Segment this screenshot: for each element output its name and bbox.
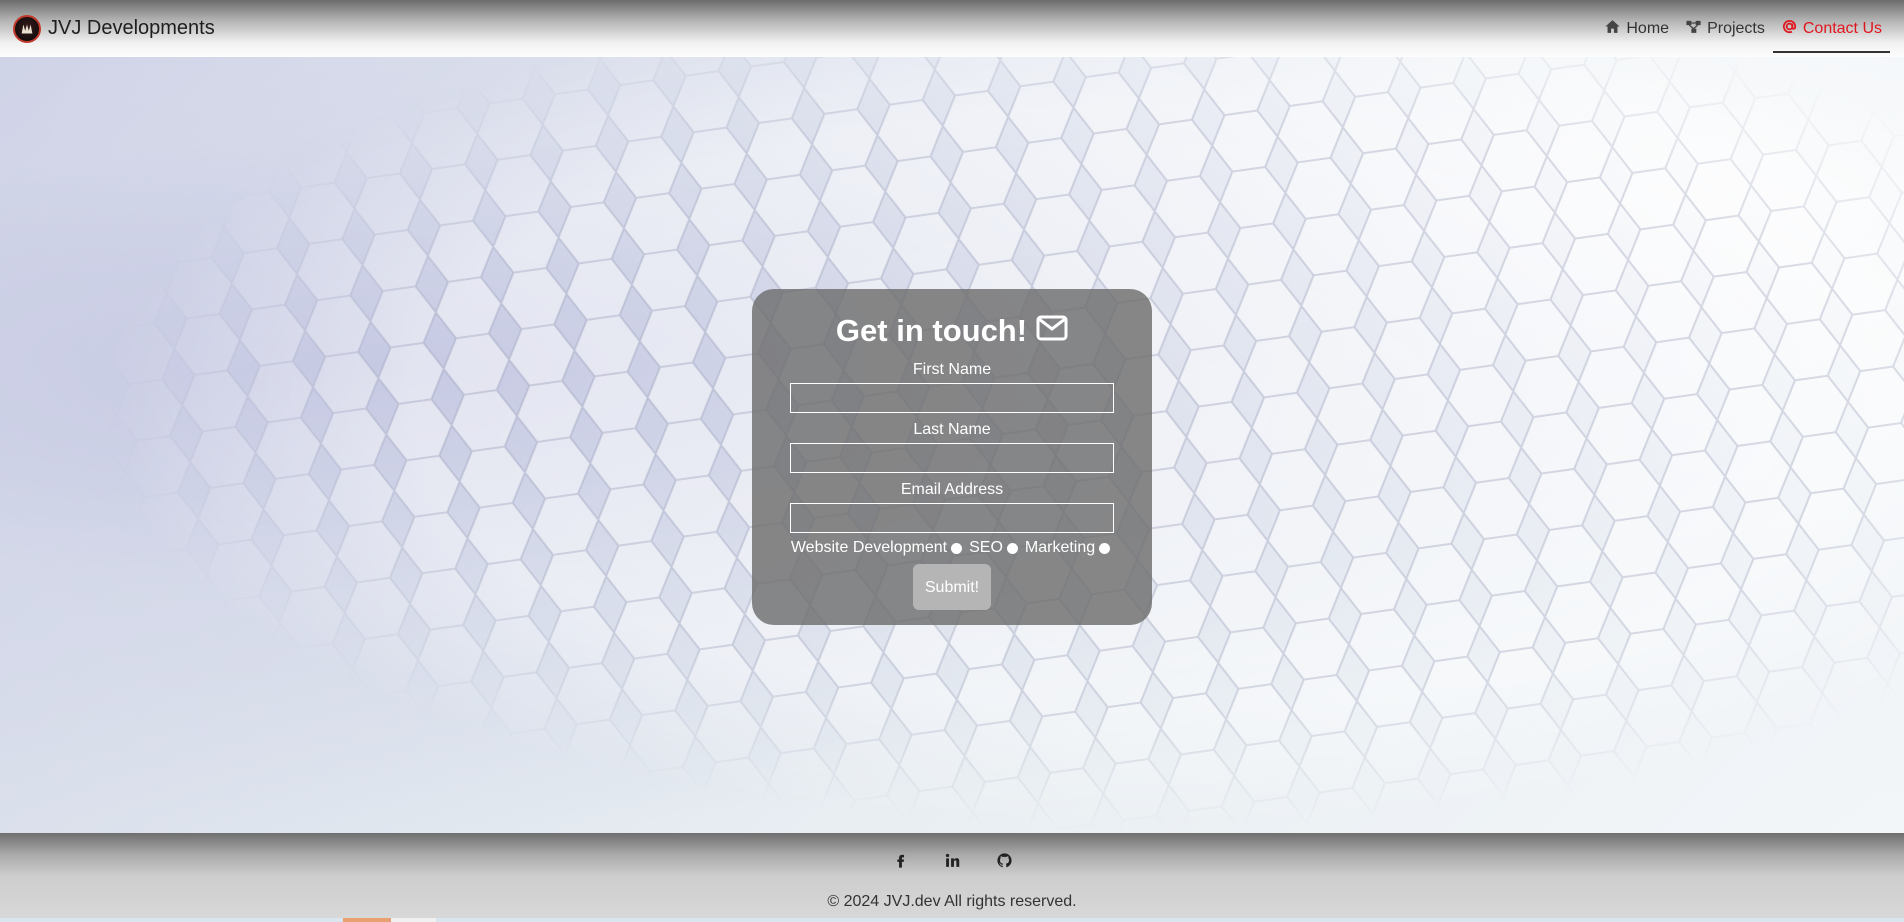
service-label-web: Website Development: [790, 539, 948, 556]
nav-item-label: Projects: [1707, 19, 1765, 37]
contact-title: Get in touch!: [752, 309, 1152, 353]
service-label-marketing: Marketing: [1024, 539, 1096, 556]
first-name-label: First Name: [912, 361, 992, 378]
home-icon: [1604, 18, 1621, 40]
service-radio-seo[interactable]: [1006, 542, 1018, 554]
github-icon[interactable]: [993, 849, 1015, 871]
submit-button[interactable]: Submit!: [913, 564, 991, 610]
taskbar-segment: [391, 918, 436, 922]
contact-title-text: Get in touch!: [835, 313, 1028, 348]
service-radio-marketing[interactable]: [1099, 542, 1111, 554]
projects-icon: [1685, 18, 1702, 40]
taskbar-strip: [0, 918, 1904, 922]
service-options: Website Development SEO Marketing: [752, 539, 1152, 557]
nav-item-label: Contact Us: [1802, 19, 1882, 37]
navbar: JVJ Developments Home Projects Contact U…: [0, 0, 1904, 57]
service-label-seo: SEO: [969, 539, 1003, 556]
nav-item-label: Home: [1626, 19, 1670, 37]
taskbar-segment: [343, 918, 391, 922]
contact-card: Get in touch! First Name Last Name Email…: [752, 289, 1152, 625]
brand-link[interactable]: JVJ Developments: [13, 14, 215, 43]
hero-background: Get in touch! First Name Last Name Email…: [0, 57, 1904, 833]
nav-item-home[interactable]: Home: [1596, 9, 1677, 49]
jvj-logo-icon: [13, 14, 41, 43]
footer: © 2024 JVJ.dev All rights reserved.: [0, 833, 1904, 918]
copyright-text: © 2024 JVJ.dev All rights reserved.: [827, 893, 1077, 910]
email-label: Email Address: [900, 481, 1004, 498]
envelope-icon: [1036, 313, 1068, 349]
linkedin-icon[interactable]: [941, 849, 963, 871]
first-name-input[interactable]: [790, 383, 1114, 413]
social-links: [0, 849, 1904, 871]
nav-item-contact[interactable]: Contact Us: [1772, 9, 1891, 53]
nav-links: Home Projects Contact Us: [1596, 0, 1891, 57]
brand-name: JVJ Developments: [48, 17, 215, 39]
last-name-input[interactable]: [790, 443, 1114, 473]
nav-item-projects[interactable]: Projects: [1677, 9, 1773, 49]
last-name-label: Last Name: [913, 421, 991, 438]
email-input[interactable]: [790, 503, 1114, 533]
at-icon: [1781, 18, 1798, 40]
facebook-icon[interactable]: [889, 849, 911, 871]
service-radio-web[interactable]: [951, 542, 963, 554]
